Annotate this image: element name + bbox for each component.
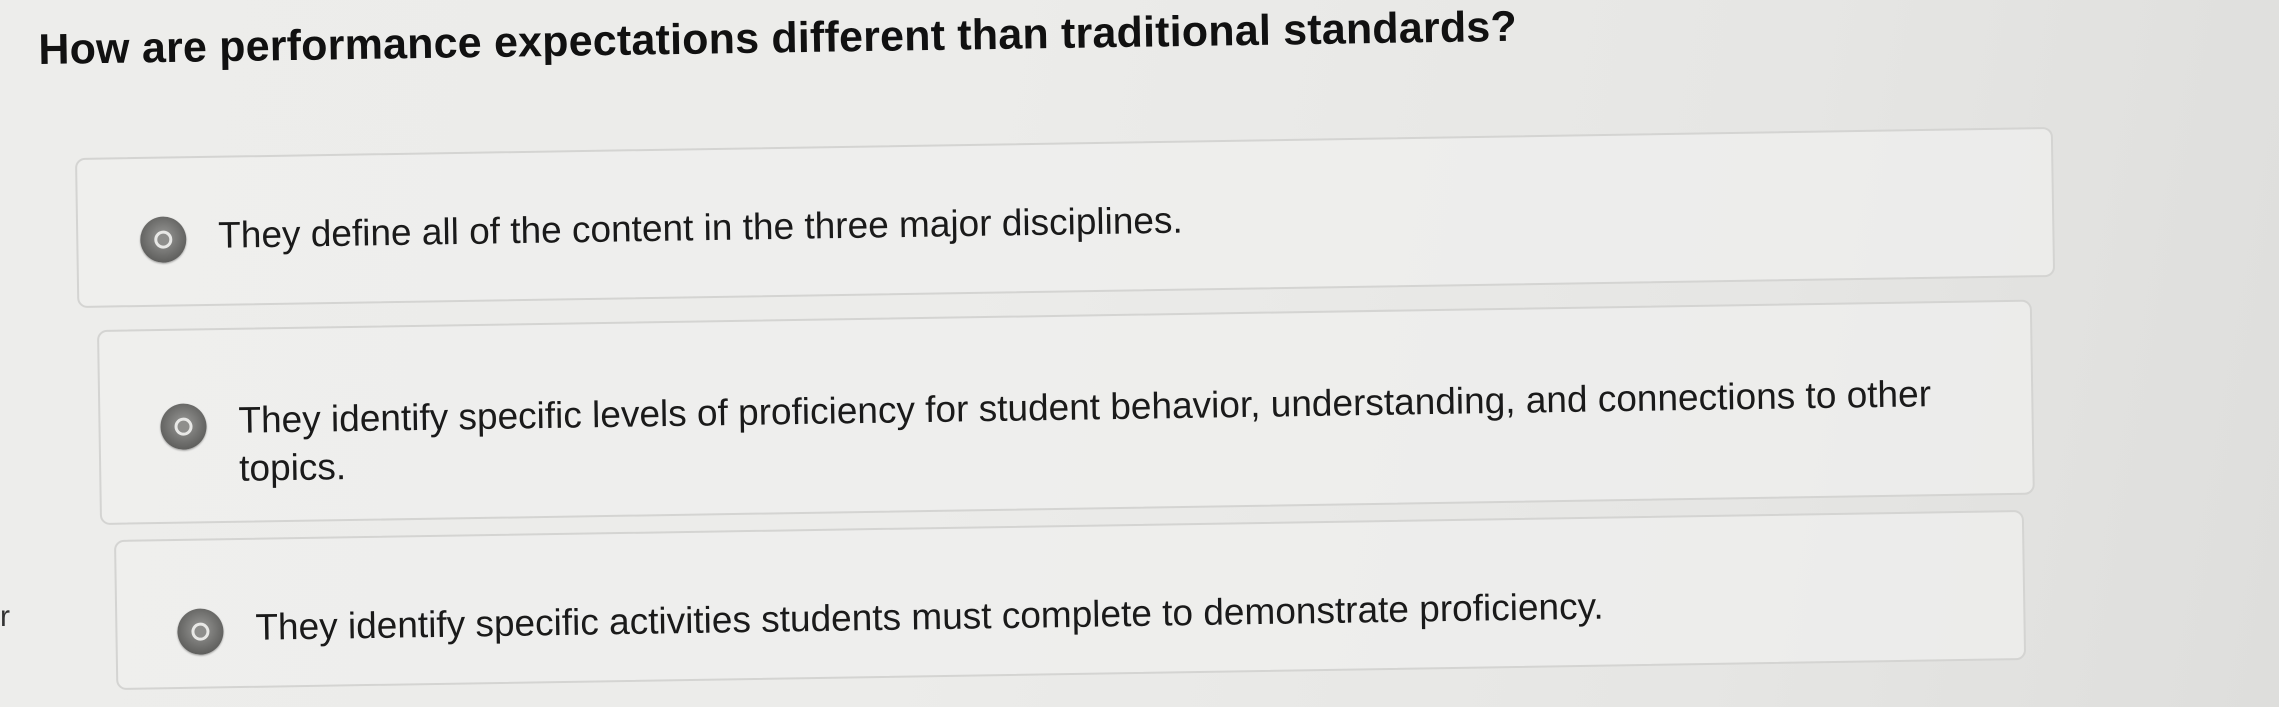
answer-option-2-label: They identify specific levels of profici…	[238, 373, 1932, 489]
answer-option-2[interactable]: They identify specific levels of profici…	[97, 299, 2035, 525]
radio-button-1[interactable]	[139, 216, 187, 263]
answer-option-1[interactable]: They define all of the content in the th…	[75, 126, 2056, 308]
radio-button-2[interactable]	[160, 403, 207, 451]
quiz-page: How are performance expectations differe…	[0, 0, 2279, 707]
radio-button-3[interactable]	[177, 608, 224, 656]
question-text: How are performance expectations differe…	[38, 2, 1518, 74]
answer-option-3[interactable]: They identify specific activities studen…	[114, 509, 2027, 690]
answer-option-1-label: They define all of the content in the th…	[217, 199, 1184, 256]
answer-option-3-label: They identify specific activities studen…	[255, 585, 1604, 648]
left-edge-text: r	[0, 600, 10, 633]
